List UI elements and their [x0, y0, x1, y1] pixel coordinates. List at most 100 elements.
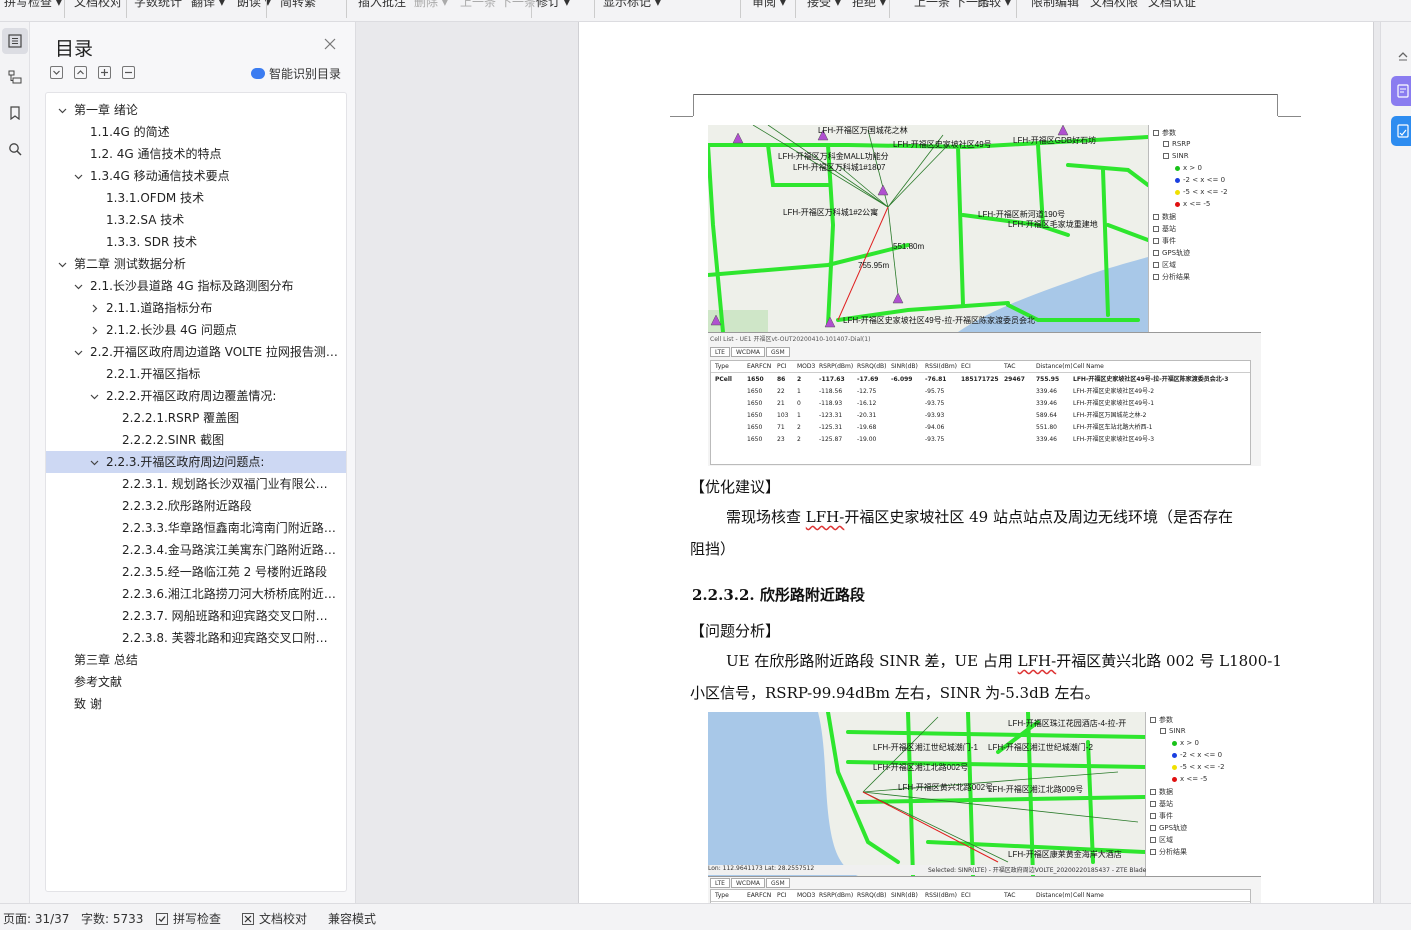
toc-item[interactable]: 2.1.长沙县道路 4G 指标及路测图分布	[46, 275, 346, 297]
toc-item[interactable]: 第一章 绪论	[46, 99, 346, 121]
document-area[interactable]: LFH-开福区万国城花之林 LFH-开福区史家坡社区49号 LFH-开福区GDB好石…	[356, 22, 1380, 903]
cell-list-tab[interactable]: GSM	[766, 878, 790, 888]
ribbon-item[interactable]: 修订 ▾	[536, 0, 570, 10]
toc-item[interactable]: 2.2.3.7. 网船班路和迎宾路交叉口附近路段...	[46, 605, 346, 627]
toc-item[interactable]: 2.2.3.5.经一路临江苑 2 号楼附近路段	[46, 561, 346, 583]
toc-item[interactable]: 2.1.2.长沙县 4G 问题点	[46, 319, 346, 341]
chevron-down-icon[interactable]	[73, 275, 83, 297]
ribbon-item[interactable]: 文档认证	[1148, 0, 1196, 10]
toc-item-label: 2.1.2.长沙县 4G 问题点	[106, 323, 237, 337]
toc-item[interactable]: 1.2. 4G 通信技术的特点	[46, 143, 346, 165]
table-cell: LFH-开福区万国城花之林-2	[1073, 412, 1147, 419]
outline-icon[interactable]	[2, 64, 28, 90]
table-row[interactable]: 1650 22 1 -118.56 -12.75 -95.75 339.46 LFH-开福区史…	[711, 386, 1250, 398]
ribbon-item[interactable]: 简转繁	[280, 0, 316, 10]
toc-item[interactable]: 2.2.3.8. 芙蓉北路和迎宾路交叉口附近路段...	[46, 627, 346, 649]
toc-item[interactable]: 2.1.1.道路指标分布	[46, 297, 346, 319]
ribbon-item[interactable]: 插入批注	[358, 0, 406, 10]
chevron-right-icon[interactable]	[89, 319, 99, 341]
ribbon-item[interactable]: 显示标记 ▾	[603, 0, 661, 10]
toc-item[interactable]: 2.2.3.1. 规划路长沙双福门业有限公司...	[46, 473, 346, 495]
word-count[interactable]: 字数: 5733	[81, 910, 143, 927]
chevron-down-icon[interactable]	[89, 451, 99, 473]
cell-list-tab[interactable]: WCDMA	[730, 878, 766, 888]
toc-icon[interactable]	[2, 28, 28, 54]
collapse-icon[interactable]	[1391, 40, 1411, 70]
toc-item[interactable]: 2.2.3.3.华章路恒鑫南北湾南门附近路段...	[46, 517, 346, 539]
ribbon-item[interactable]: 拒绝 ▾	[852, 0, 886, 10]
toc-item[interactable]: 第三章 总结	[46, 649, 346, 671]
legend-layer: RSRP	[1163, 140, 1190, 148]
chevron-down-icon[interactable]	[57, 253, 67, 275]
toc-item[interactable]: 2.2.3.4.金马路滨江美寓东门路附近路段...	[46, 539, 346, 561]
toc-item[interactable]: 1.3.3. SDR 技术	[46, 231, 346, 253]
toc-item-label: 致 谢	[74, 697, 102, 711]
map-label: LFH-开福区新河道190号	[978, 209, 1065, 219]
figure-sinr-map-2[interactable]: LFH-开福区珠江花园酒店-4-拉-开 LFH-开福区湘江世纪城潮门-1 LFH-开…	[708, 712, 1261, 903]
table-row[interactable]: 1650 21 0 -118.93 -16.12 -93.75 339.46 LFH-开福区史…	[711, 398, 1250, 410]
toc-item[interactable]: 2.2.3.6.湘江北路捞刀河大桥桥底附近路段...	[46, 583, 346, 605]
chevron-down-icon[interactable]	[73, 341, 83, 363]
chevron-down-icon[interactable]	[57, 99, 67, 121]
table-row[interactable]: 1650 23 2 -125.87 -19.00 -93.75 339.46 LFH-开福区史…	[711, 434, 1250, 446]
ribbon-item[interactable]: 上一条	[460, 0, 496, 10]
find-icon[interactable]	[2, 136, 28, 162]
toc-item[interactable]: 1.3.2.SA 技术	[46, 209, 346, 231]
legend-group: 事件	[1153, 236, 1176, 246]
right-sidebar	[1380, 22, 1411, 903]
map-label: LFH-开福区GDB好石坊	[1013, 135, 1096, 145]
document-assistant-icon[interactable]	[1391, 116, 1411, 146]
toc-item[interactable]: 第二章 测试数据分析	[46, 253, 346, 275]
remove-heading-icon[interactable]	[122, 66, 135, 79]
ribbon-item[interactable]: 审阅 ▾	[752, 0, 786, 10]
toc-item[interactable]: 参考文献	[46, 671, 346, 693]
ribbon-item[interactable]: 文档校对	[74, 0, 122, 10]
ribbon-item[interactable]: 上一条	[914, 0, 950, 10]
chevron-down-icon[interactable]	[89, 385, 99, 407]
chevron-right-icon[interactable]	[89, 297, 99, 319]
map-label: LFH-开福区万科金MALL功能分	[778, 151, 889, 161]
table-row[interactable]: 1650 103 1 -123.31 -20.31 -93.93 589.64 LFH-开福区…	[711, 410, 1250, 422]
legend-group: 区域	[1153, 260, 1176, 270]
toc-item[interactable]: 1.3.4G 移动通信技术要点	[46, 165, 346, 187]
ribbon-item[interactable]: 拼写检查 ▾	[4, 0, 62, 10]
document-page[interactable]: LFH-开福区万国城花之林 LFH-开福区史家坡社区49号 LFH-开福区GDB好石…	[578, 22, 1374, 903]
close-icon[interactable]	[323, 37, 337, 51]
toc-item[interactable]: 2.2.2.开福区政府周边覆盖情况:	[46, 385, 346, 407]
smart-toc-button[interactable]: 智能识别目录	[251, 65, 341, 82]
toc-item[interactable]: 2.2.3.开福区政府周边问题点:	[46, 451, 346, 473]
collapse-all-icon[interactable]	[74, 66, 87, 79]
cell-list-tab[interactable]: WCDMA	[730, 347, 766, 357]
toc-item[interactable]: 2.2.2.1.RSRP 覆盖图	[46, 407, 346, 429]
toc-item[interactable]: 2.2.2.2.SINR 截图	[46, 429, 346, 451]
proofread-toggle[interactable]: 文档校对	[242, 910, 307, 927]
toc-item[interactable]: 致 谢	[46, 693, 346, 715]
ribbon-item[interactable]: 字数统计	[134, 0, 182, 10]
add-heading-icon[interactable]	[98, 66, 111, 79]
chevron-down-icon[interactable]	[73, 165, 83, 187]
ribbon-item[interactable]: 删除 ▾	[414, 0, 448, 10]
expand-all-icon[interactable]	[50, 66, 63, 79]
table-cell: -93.93	[925, 412, 945, 419]
toc-item[interactable]: 1.3.1.OFDM 技术	[46, 187, 346, 209]
ribbon-item[interactable]: 文档权限	[1090, 0, 1138, 10]
cell-list-tab[interactable]: LTE	[710, 878, 730, 888]
ai-writing-icon[interactable]	[1391, 76, 1411, 106]
toc-item[interactable]: 2.2.3.2.欣彤路附近路段	[46, 495, 346, 517]
ribbon-item[interactable]: 翻译 ▾	[191, 0, 225, 10]
bookmark-icon[interactable]	[2, 100, 28, 126]
toc-item[interactable]: 1.1.4G 的简述	[46, 121, 346, 143]
ribbon-item[interactable]: 限制编辑	[1031, 0, 1079, 10]
spell-check-toggle[interactable]: 拼写检查	[156, 910, 221, 927]
page-indicator[interactable]: 页面: 31/37	[3, 910, 69, 927]
toc-item[interactable]: 2.2.1.开福区指标	[46, 363, 346, 385]
figure-sinr-map-1[interactable]: LFH-开福区万国城花之林 LFH-开福区史家坡社区49号 LFH-开福区GDB好石…	[708, 125, 1261, 466]
table-row[interactable]: PCell 1650 86 2 -117.63 -17.69 -6.099 -76.81 185…	[711, 374, 1250, 386]
table-row[interactable]: 1650 71 2 -125.31 -19.68 -94.06 551.80 LFH-开福区车…	[711, 422, 1250, 434]
toc-item[interactable]: 2.2.开福区政府周边道路 VOLTE 拉网报告测试...	[46, 341, 346, 363]
cell-list-tab[interactable]: GSM	[766, 347, 790, 357]
ribbon-item[interactable]: 比较 ▾	[977, 0, 1011, 10]
cell-list-tab[interactable]: LTE	[710, 347, 730, 357]
ribbon-item[interactable]: 接受 ▾	[807, 0, 841, 10]
legend-group: GPS轨迹	[1153, 248, 1190, 258]
